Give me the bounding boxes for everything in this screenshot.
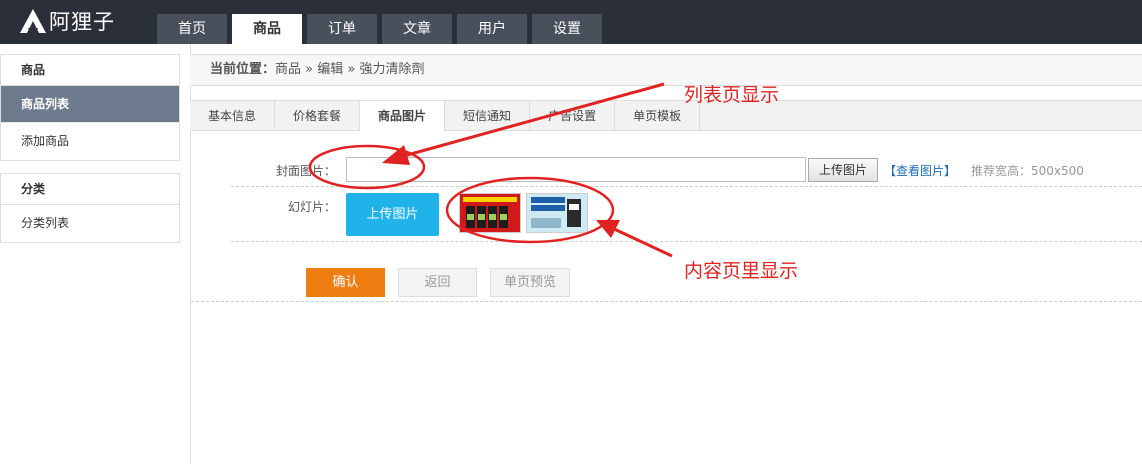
cover-highlight-circle: [308, 144, 426, 190]
content-display-annotation: 内容页里显示: [684, 260, 799, 282]
content-note-arrow: [611, 226, 673, 258]
annotation-overlay: [308, 82, 673, 258]
slides-highlight-circle: [445, 176, 615, 244]
list-note-arrow: [399, 82, 665, 159]
list-display-annotation: 列表页显示: [684, 84, 780, 106]
